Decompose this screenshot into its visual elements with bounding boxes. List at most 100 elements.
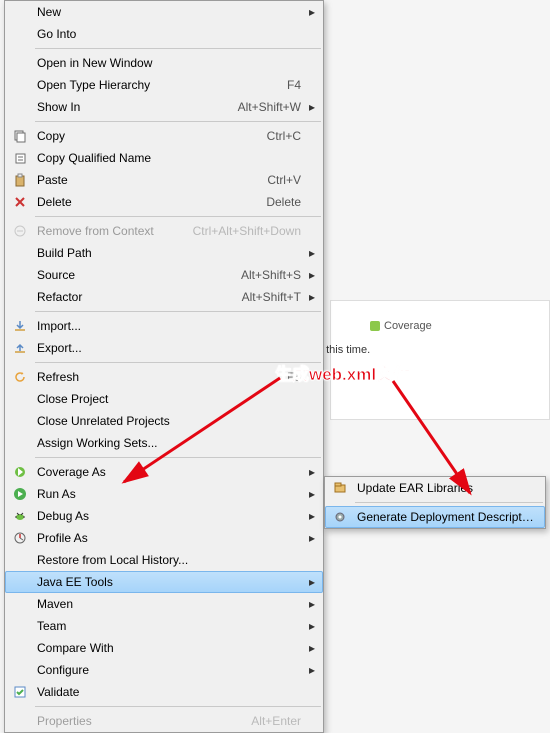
submenu-indicator-icon: ▸ (301, 663, 315, 677)
menu-debug-as[interactable]: Debug As ▸ (5, 505, 323, 527)
menu-properties[interactable]: Properties Alt+Enter (5, 710, 323, 732)
separator (35, 121, 321, 122)
coverage-tab[interactable]: Coverage (370, 320, 432, 332)
menu-validate[interactable]: Validate (5, 681, 323, 703)
menu-label: Open in New Window (31, 56, 301, 70)
menu-label: Source (31, 268, 229, 282)
separator (355, 502, 543, 503)
delete-icon (9, 191, 31, 213)
menu-import[interactable]: Import... (5, 315, 323, 337)
menu-paste[interactable]: Paste Ctrl+V (5, 169, 323, 191)
menu-copy[interactable]: Copy Ctrl+C (5, 125, 323, 147)
blank-icon (9, 23, 31, 45)
refresh-icon (9, 366, 31, 388)
menu-compare-with[interactable]: Compare With ▸ (5, 637, 323, 659)
menu-profile-as[interactable]: Profile As ▸ (5, 527, 323, 549)
submenu-generate-dd[interactable]: Generate Deployment Descriptor Stub (325, 506, 545, 528)
paste-icon (9, 169, 31, 191)
submenu-indicator-icon: ▸ (301, 619, 315, 633)
menu-label: New (31, 5, 301, 19)
separator (35, 311, 321, 312)
submenu-indicator-icon: ▸ (301, 290, 315, 304)
submenu-indicator-icon: ▸ (301, 531, 315, 545)
blank-icon (9, 264, 31, 286)
profile-icon (9, 527, 31, 549)
menu-label: Copy (31, 129, 255, 143)
submenu-indicator-icon: ▸ (301, 5, 315, 19)
menu-shortcut: Alt+Shift+W (226, 100, 301, 114)
editor-panel (330, 300, 550, 420)
submenu-indicator-icon: ▸ (301, 597, 315, 611)
menu-label: Open Type Hierarchy (31, 78, 275, 92)
menu-shortcut: Alt+Shift+T (230, 290, 301, 304)
status-message: t this time. (320, 344, 370, 356)
menu-label: Coverage As (31, 465, 301, 479)
menu-shortcut: Delete (254, 195, 301, 209)
menu-coverage-as[interactable]: Coverage As ▸ (5, 461, 323, 483)
menu-label: Close Unrelated Projects (31, 414, 301, 428)
menu-restore-history[interactable]: Restore from Local History... (5, 549, 323, 571)
menu-new[interactable]: New ▸ (5, 1, 323, 23)
menu-open-new-window[interactable]: Open in New Window (5, 52, 323, 74)
blank-icon (9, 637, 31, 659)
menu-show-in[interactable]: Show In Alt+Shift+W ▸ (5, 96, 323, 118)
menu-label: Generate Deployment Descriptor Stub (351, 510, 537, 524)
menu-label: Validate (31, 685, 301, 699)
menu-close-unrelated[interactable]: Close Unrelated Projects (5, 410, 323, 432)
blank-icon (9, 571, 31, 593)
run-icon (9, 483, 31, 505)
blank-icon (9, 710, 31, 732)
menu-configure[interactable]: Configure ▸ (5, 659, 323, 681)
menu-build-path[interactable]: Build Path ▸ (5, 242, 323, 264)
menu-label: Debug As (31, 509, 301, 523)
menu-copy-qualified[interactable]: Copy Qualified Name (5, 147, 323, 169)
menu-label: Properties (31, 714, 239, 728)
menu-maven[interactable]: Maven ▸ (5, 593, 323, 615)
menu-shortcut: F5 (275, 370, 301, 384)
menu-assign-ws[interactable]: Assign Working Sets... (5, 432, 323, 454)
blank-icon (9, 242, 31, 264)
menu-label: Show In (31, 100, 226, 114)
menu-export[interactable]: Export... (5, 337, 323, 359)
copy-icon (9, 125, 31, 147)
menu-refresh[interactable]: Refresh F5 (5, 366, 323, 388)
menu-run-as[interactable]: Run As ▸ (5, 483, 323, 505)
menu-go-into[interactable]: Go Into (5, 23, 323, 45)
blank-icon (9, 432, 31, 454)
menu-label: Configure (31, 663, 301, 677)
menu-delete[interactable]: Delete Delete (5, 191, 323, 213)
coverage-icon (370, 321, 380, 331)
menu-shortcut: Alt+Enter (239, 714, 301, 728)
menu-label: Run As (31, 487, 301, 501)
menu-label: Java EE Tools (31, 575, 301, 589)
menu-shortcut: F4 (275, 78, 301, 92)
submenu-update-ear[interactable]: Update EAR Libraries (325, 477, 545, 499)
menu-label: Close Project (31, 392, 301, 406)
menu-close-project[interactable]: Close Project (5, 388, 323, 410)
menu-source[interactable]: Source Alt+Shift+S ▸ (5, 264, 323, 286)
submenu-indicator-icon: ▸ (301, 100, 315, 114)
import-icon (9, 315, 31, 337)
coverage-as-icon (9, 461, 31, 483)
menu-java-ee-tools[interactable]: Java EE Tools ▸ (5, 571, 323, 593)
blank-icon (9, 96, 31, 118)
menu-refactor[interactable]: Refactor Alt+Shift+T ▸ (5, 286, 323, 308)
menu-label: Paste (31, 173, 255, 187)
menu-label: Team (31, 619, 301, 633)
menu-shortcut: Ctrl+C (255, 129, 301, 143)
menu-label: Refactor (31, 290, 230, 304)
coverage-tab-label: Coverage (384, 320, 432, 332)
copy-qualified-icon (9, 147, 31, 169)
menu-label: Update EAR Libraries (351, 481, 537, 495)
submenu-indicator-icon: ▸ (301, 465, 315, 479)
validate-icon (9, 681, 31, 703)
menu-team[interactable]: Team ▸ (5, 615, 323, 637)
context-menu: New ▸ Go Into Open in New Window Open Ty… (4, 0, 324, 733)
blank-icon (9, 410, 31, 432)
blank-icon (9, 74, 31, 96)
separator (35, 457, 321, 458)
menu-open-type-hierarchy[interactable]: Open Type Hierarchy F4 (5, 74, 323, 96)
debug-icon (9, 505, 31, 527)
separator (35, 362, 321, 363)
menu-label: Copy Qualified Name (31, 151, 301, 165)
